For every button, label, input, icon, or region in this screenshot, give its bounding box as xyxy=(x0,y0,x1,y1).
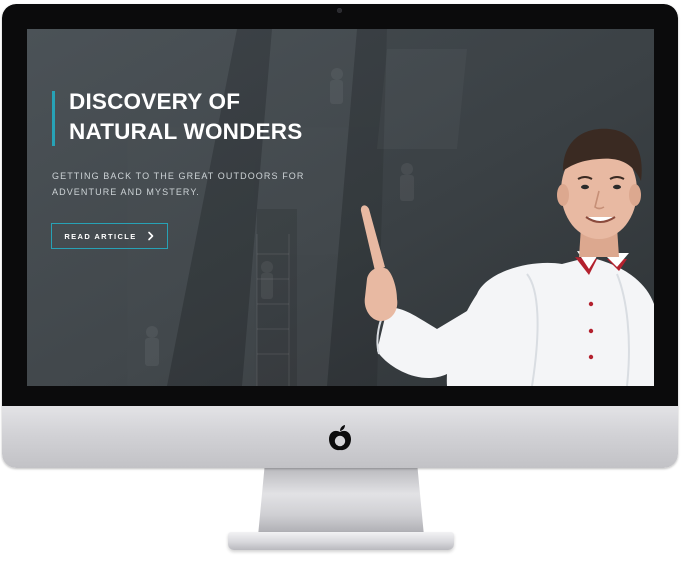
pointing-man-image xyxy=(360,128,654,386)
chevron-right-icon xyxy=(147,231,153,241)
hero-title: DISCOVERY OF NATURAL WONDERS xyxy=(69,87,302,147)
read-article-label: READ ARTICLE xyxy=(64,231,137,241)
monitor-chin xyxy=(2,406,678,468)
monitor-bezel: DISCOVERY OF NATURAL WONDERS GETTING BAC… xyxy=(2,4,678,406)
imac-mockup: DISCOVERY OF NATURAL WONDERS GETTING BAC… xyxy=(0,0,682,562)
hero-subtitle-line-1: GETTING BACK TO THE GREAT OUTDOORS FOR xyxy=(52,171,305,181)
website-screen: DISCOVERY OF NATURAL WONDERS GETTING BAC… xyxy=(27,29,654,386)
camera-icon xyxy=(337,8,342,13)
monitor-stand-neck xyxy=(258,466,424,536)
hero-title-line-1: DISCOVERY OF xyxy=(69,89,241,114)
monitor: DISCOVERY OF NATURAL WONDERS GETTING BAC… xyxy=(2,4,678,468)
apple-shaped-logo-icon xyxy=(329,425,351,451)
hero-subtitle: GETTING BACK TO THE GREAT OUTDOORS FOR A… xyxy=(52,168,305,200)
title-accent-bar xyxy=(52,91,55,146)
hero-subtitle-line-2: ADVENTURE AND MYSTERY. xyxy=(52,187,200,197)
monitor-stand-foot xyxy=(228,532,454,550)
read-article-button[interactable]: READ ARTICLE xyxy=(51,223,168,249)
hero-title-line-2: NATURAL WONDERS xyxy=(69,119,303,144)
